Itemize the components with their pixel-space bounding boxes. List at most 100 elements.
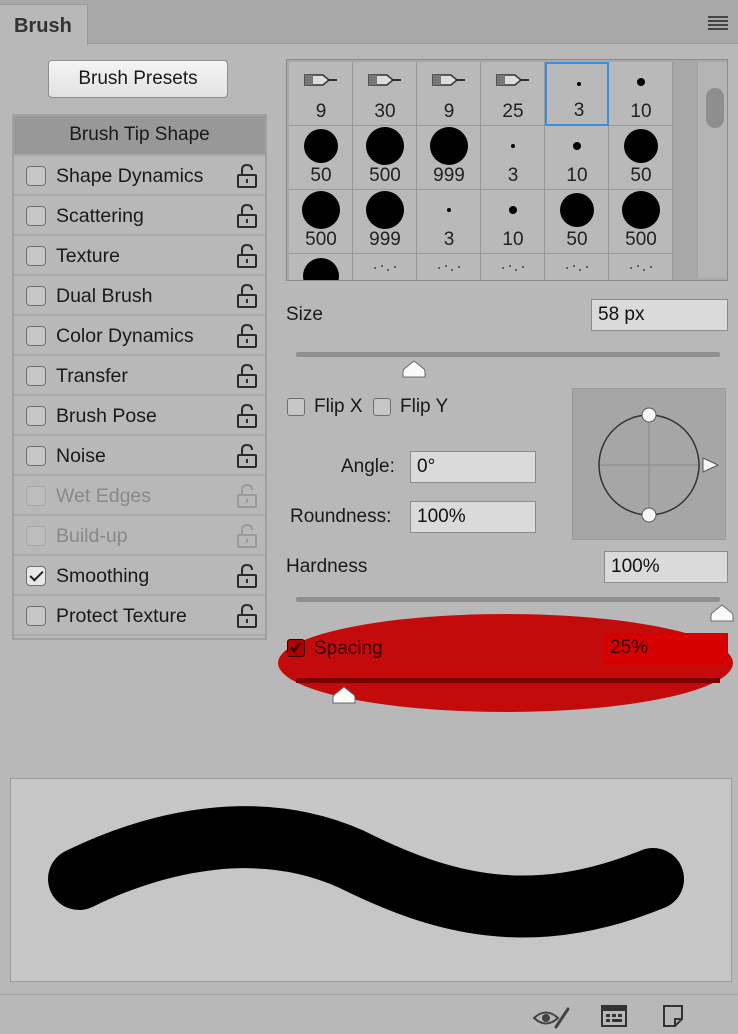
brush-size-label: 500 (625, 229, 657, 250)
brush-tip-cell[interactable]: 9 (417, 62, 481, 126)
brush-tip-cell[interactable]: 50 (289, 126, 353, 190)
option-label: Scattering (56, 205, 144, 227)
brush-size-label: 25 (502, 101, 524, 122)
brush-tip-cell[interactable]: 30 (353, 62, 417, 126)
scatter-brush-icon (502, 265, 524, 271)
roundness-field[interactable]: 100% (410, 501, 536, 533)
lock-icon[interactable] (236, 603, 258, 629)
brush-tip-cell[interactable]: 500 (353, 126, 417, 190)
angle-label: Angle: (341, 456, 395, 477)
brush-presets-button[interactable]: Brush Presets (48, 60, 228, 98)
option-checkbox (26, 526, 46, 546)
scroll-thumb[interactable] (706, 88, 724, 128)
brush-tip-cell[interactable]: 10 (545, 126, 609, 190)
option-dual-brush[interactable]: Dual Brush (14, 276, 265, 316)
brush-tip-cell[interactable]: 3 (417, 190, 481, 254)
brush-size-label: 10 (566, 165, 588, 186)
brush-tip-cell[interactable]: 500 (289, 190, 353, 254)
brush-tab[interactable]: Brush (0, 4, 88, 45)
hardness-slider-thumb[interactable] (710, 604, 734, 622)
lock-icon[interactable] (236, 403, 258, 429)
size-slider-track[interactable] (296, 352, 720, 357)
spacing-slider-thumb-visible[interactable] (332, 686, 356, 704)
brush-tip-dot (366, 127, 404, 165)
scatter-brush-icon (438, 265, 460, 271)
brush-size-label: 3 (443, 229, 455, 250)
hamburger-menu-icon[interactable] (708, 16, 728, 30)
flip-x-checkbox[interactable] (287, 398, 305, 416)
brush-tip-cell[interactable]: 999 (353, 190, 417, 254)
option-checkbox[interactable] (26, 166, 46, 186)
roundness-label: Roundness: (290, 506, 392, 527)
spacing-label: Spacing (314, 638, 383, 659)
option-smoothing[interactable]: Smoothing (14, 556, 265, 596)
brush-tip-cell[interactable]: 999 (417, 126, 481, 190)
brush-tip-cell[interactable] (545, 254, 609, 280)
option-checkbox[interactable] (26, 206, 46, 226)
brush-tip-cell[interactable] (353, 254, 417, 280)
option-protect-texture[interactable]: Protect Texture (14, 596, 265, 636)
angle-field[interactable]: 0° (410, 451, 536, 483)
option-shape-dynamics[interactable]: Shape Dynamics (14, 156, 265, 196)
brush-tip-cell[interactable] (481, 254, 545, 280)
grid-scrollbar[interactable] (697, 62, 727, 278)
option-color-dynamics[interactable]: Color Dynamics (14, 316, 265, 356)
lock-icon[interactable] (236, 283, 258, 309)
brush-tip-dot (509, 206, 517, 214)
lock-icon[interactable] (236, 163, 258, 189)
brush-tip-cell[interactable] (289, 254, 353, 280)
option-checkbox[interactable] (26, 326, 46, 346)
brush-size-label: 500 (369, 165, 401, 186)
brush-tip-dot (622, 191, 660, 229)
brush-size-label: 9 (315, 101, 327, 122)
lock-icon[interactable] (236, 363, 258, 389)
brush-tip-cell[interactable] (417, 254, 481, 280)
brush-tip-cell[interactable]: 50 (545, 190, 609, 254)
spacing-field[interactable]: 25% (604, 633, 728, 665)
lock-icon[interactable] (236, 203, 258, 229)
grid-panel-icon[interactable] (601, 1005, 627, 1027)
angle-roundness-widget[interactable] (572, 388, 726, 540)
hardness-field[interactable]: 100% (604, 551, 728, 583)
lock-icon[interactable] (236, 243, 258, 269)
option-checkbox[interactable] (26, 566, 46, 586)
brush-tip-cell[interactable]: 25 (481, 62, 545, 126)
spacing-checkbox[interactable] (287, 639, 305, 657)
brush-tip-cell[interactable]: 3 (545, 62, 609, 126)
flip-y-label: Flip Y (400, 396, 449, 417)
option-label: Build-up (56, 525, 128, 547)
new-page-icon[interactable] (661, 1003, 685, 1029)
lock-icon[interactable] (236, 563, 258, 589)
lock-icon[interactable] (236, 323, 258, 349)
brush-tip-cell[interactable]: 500 (609, 190, 673, 254)
option-checkbox[interactable] (26, 606, 46, 626)
brush-tip-dot (560, 193, 594, 227)
brush-size-label: 999 (433, 165, 465, 186)
brush-tip-dot (430, 127, 468, 165)
brush-angle-circle-icon[interactable] (573, 389, 727, 541)
brush-tip-dot (304, 129, 338, 163)
option-transfer[interactable]: Transfer (14, 356, 265, 396)
option-scattering[interactable]: Scattering (14, 196, 265, 236)
option-checkbox[interactable] (26, 446, 46, 466)
brush-tip-cell[interactable]: 3 (481, 126, 545, 190)
option-checkbox[interactable] (26, 286, 46, 306)
eye-brush-icon[interactable] (532, 1005, 572, 1029)
option-brush-pose[interactable]: Brush Pose (14, 396, 265, 436)
size-slider-thumb[interactable] (402, 360, 426, 378)
brush-tip-cell[interactable]: 10 (481, 190, 545, 254)
brush-tip-cell[interactable] (609, 254, 673, 280)
hardness-slider-track[interactable] (296, 597, 720, 602)
option-checkbox[interactable] (26, 246, 46, 266)
option-brush-tip-shape[interactable]: Brush Tip Shape (14, 116, 265, 156)
size-field[interactable]: 58 px (591, 299, 728, 331)
option-checkbox[interactable] (26, 366, 46, 386)
option-checkbox[interactable] (26, 406, 46, 426)
brush-tip-cell[interactable]: 10 (609, 62, 673, 126)
brush-tip-cell[interactable]: 9 (289, 62, 353, 126)
option-texture[interactable]: Texture (14, 236, 265, 276)
lock-icon[interactable] (236, 443, 258, 469)
option-noise[interactable]: Noise (14, 436, 265, 476)
brush-tip-cell[interactable]: 50 (609, 126, 673, 190)
flip-y-checkbox[interactable] (373, 398, 391, 416)
